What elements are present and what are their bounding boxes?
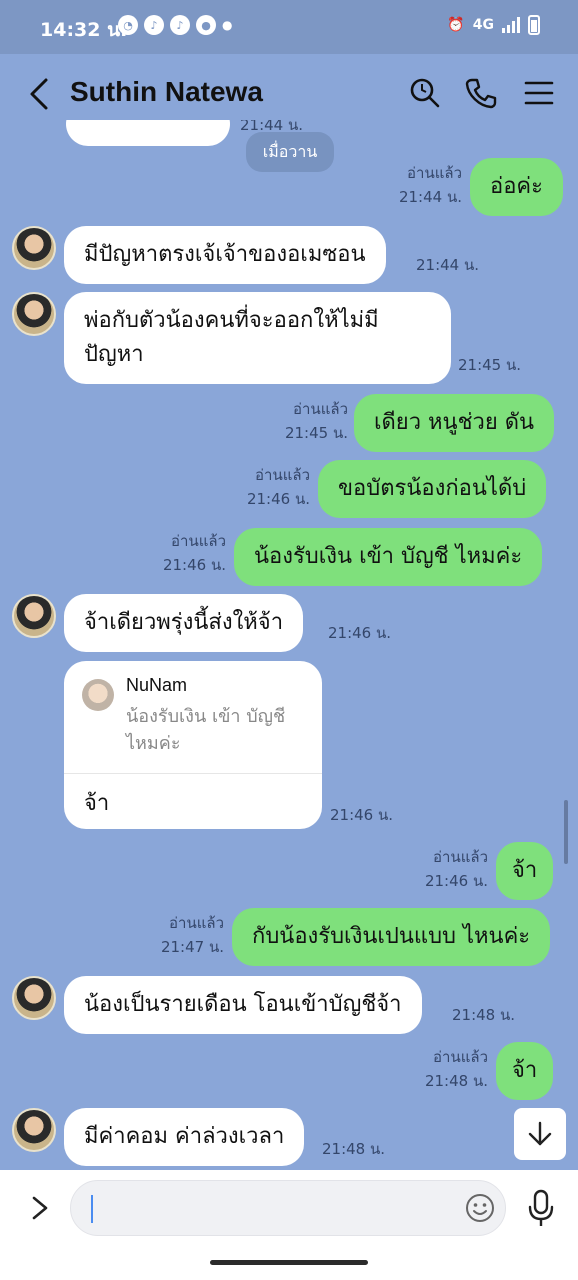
avatar[interactable] [12,1108,56,1152]
message-time: 21:44 น. [398,188,462,206]
avatar[interactable] [12,976,56,1020]
message-time: 21:48 น. [452,1006,516,1024]
message-time: 21:46 น. [246,490,310,508]
outgoing-bubble[interactable]: เดียว หนูช่วย ดัน [354,394,555,452]
home-indicator[interactable] [210,1260,368,1265]
message-time: 21:44 น. [416,256,480,274]
message-time: 21:46 น. [162,556,226,574]
status-bar: 14:32 น. ◔ ♪ ♪ ● ● ⏰ 4G [0,0,578,54]
search-icon[interactable] [408,76,442,110]
scroll-to-bottom-button[interactable] [514,1108,566,1160]
incoming-bubble-partial[interactable] [66,120,230,146]
reply-quote-line: ไหมค่ะ [126,733,181,754]
message-time: 21:46 น. [424,872,488,890]
incoming-bubble[interactable]: พ่อกับตัวน้องคนที่จะออกให้ไม่มี ปัญหา [64,292,451,384]
chevron-right-icon[interactable] [28,1190,52,1226]
outgoing-bubble[interactable]: อ่อค่ะ [470,158,563,216]
read-receipt: อ่านแล้ว [433,1048,488,1066]
date-separator: เมื่อวาน [246,132,334,172]
message-text-field[interactable] [95,1189,455,1229]
reply-bubble[interactable]: NuNam น้องรับเงิน เข้า บัญชี ไหมค่ะ จ้า [64,661,322,829]
avatar[interactable] [12,594,56,638]
outgoing-bubble[interactable]: กับน้องรับเงินเปนแบบ ไหนค่ะ [232,908,551,966]
message-time: 21:48 น. [424,1072,488,1090]
avatar[interactable] [12,226,56,270]
outgoing-bubble[interactable]: น้องรับเงิน เข้า บัญชี ไหมค่ะ [234,528,543,586]
more-dot-icon: ● [222,18,233,32]
text-caret [91,1195,93,1223]
status-time: 14:32 น. [40,19,128,41]
signal-icon [502,17,520,33]
tiktok-icon: ♪ [144,15,164,35]
message-time: 21:45 น. [284,424,348,442]
avatar[interactable] [12,292,56,336]
read-receipt: อ่านแล้ว [169,914,224,932]
incoming-bubble[interactable]: มีปัญหาตรงเจ้เจ้าของอเมซอน [64,226,386,284]
speed-icon: ◔ [118,15,138,35]
chevron-left-icon[interactable] [26,76,56,112]
notification-icons: ◔ ♪ ♪ ● ● [118,15,232,35]
line-icon: ● [196,15,216,35]
read-receipt: อ่านแล้ว [293,400,348,418]
message-time: 21:46 น. [328,624,392,642]
reply-sender-name: NuNam [126,675,188,695]
outgoing-bubble[interactable]: ขอบัตรน้องก่อนได้บ่ [318,460,547,518]
divider [64,773,322,774]
reply-quote[interactable]: น้องรับเงิน เข้า บัญชี ไหมค่ะ [126,703,306,757]
message-time: 21:45 น. [458,356,522,374]
incoming-bubble[interactable]: น้องเป็นรายเดือน โอนเข้าบัญชีจ้า [64,976,422,1034]
reply-quote-line: น้องรับเงิน เข้า บัญชี [126,706,286,727]
incoming-bubble[interactable]: มีค่าคอม ค่าล่วงเวลา [64,1108,305,1166]
reply-message-text: จ้า [84,791,110,816]
outgoing-bubble[interactable]: จ้า [496,1042,554,1100]
read-receipt: อ่านแล้ว [255,466,310,484]
emoji-icon[interactable] [464,1192,496,1224]
outgoing-bubble[interactable]: จ้า [496,842,554,900]
read-receipt: อ่านแล้ว [171,532,226,550]
message-time: 21:46 น. [330,806,394,824]
read-receipt: อ่านแล้ว [407,164,462,182]
incoming-bubble[interactable]: จ้าเดียวพรุ่งนี้ส่งให้จ้า [64,594,304,652]
reply-avatar [82,679,114,711]
read-receipt: อ่านแล้ว [433,848,488,866]
phone-icon[interactable] [464,76,498,110]
chat-title: Suthin Natewa [70,76,263,107]
message-line: พ่อกับตัวน้องคนที่จะออกให้ไม่มี [84,308,379,333]
scrollbar[interactable] [564,800,568,864]
mic-icon[interactable] [526,1188,556,1228]
message-input[interactable] [70,1180,506,1236]
tiktok-lite-icon: ♪ [170,15,190,35]
message-time: 21:47 น. [160,938,224,956]
message-list[interactable]: 21:44 น. เมื่อวาน อ่านแล้ว 21:44 น. อ่อค… [0,120,578,1170]
network-label: 4G [472,17,494,33]
alarm-icon: ⏰ [447,17,465,33]
message-time: 21:48 น. [322,1140,386,1158]
message-line: ปัญหา [84,342,144,367]
arrow-down-icon [528,1121,552,1146]
battery-icon [528,15,540,35]
menu-icon[interactable] [522,76,556,110]
system-icons: ⏰ 4G [447,15,540,35]
